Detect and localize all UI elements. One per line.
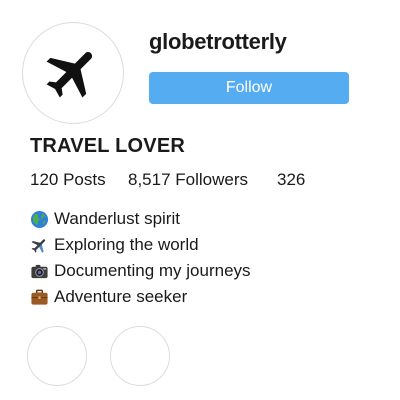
bio-line: Documenting my journeys xyxy=(30,258,251,284)
bio: Wanderlust spirit Exploring the world Do… xyxy=(30,206,251,310)
bio-line: Exploring the world xyxy=(30,232,251,258)
bio-text: Adventure seeker xyxy=(54,287,188,306)
bio-line: Adventure seeker xyxy=(30,284,251,310)
username: globetrotterly xyxy=(149,29,287,54)
story-highlight[interactable] xyxy=(110,326,170,386)
posts-count[interactable]: 120 Posts xyxy=(30,170,106,190)
globe-icon xyxy=(30,210,49,228)
story-highlight[interactable] xyxy=(27,326,87,386)
bio-line: Wanderlust spirit xyxy=(30,206,251,232)
profile-avatar[interactable] xyxy=(22,22,124,124)
briefcase-icon xyxy=(31,289,48,305)
airplane-icon xyxy=(46,52,93,98)
camera-icon xyxy=(31,264,48,278)
display-name: TRAVEL LOVER xyxy=(30,135,186,157)
followers-count[interactable]: 8,517 Followers xyxy=(128,170,248,190)
bio-text: Documenting my journeys xyxy=(54,261,251,280)
follow-button[interactable]: Follow xyxy=(149,72,349,104)
bio-text: Wanderlust spirit xyxy=(54,209,180,228)
following-count[interactable]: 326 xyxy=(277,170,305,190)
bio-text: Exploring the world xyxy=(54,235,199,254)
airplane-icon xyxy=(31,238,46,253)
